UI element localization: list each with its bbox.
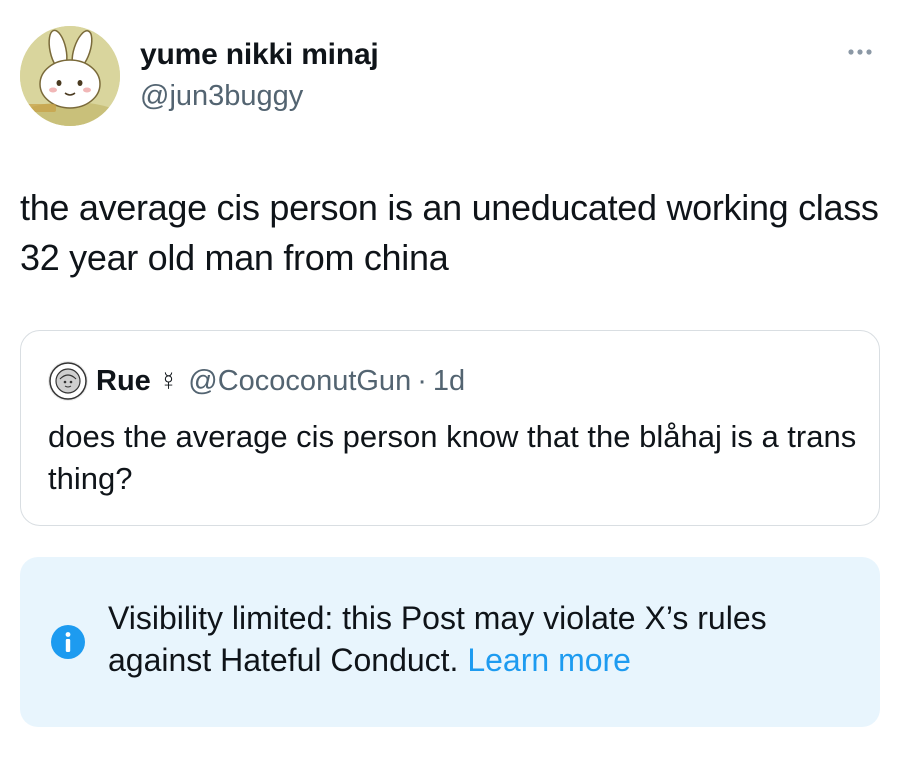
astronaut-avatar-icon	[48, 361, 88, 401]
info-icon	[50, 624, 86, 660]
visibility-notice-text: Visibility limited: this Post may violat…	[108, 597, 848, 681]
tweet-text: the average cis person is an uneducated …	[20, 187, 879, 278]
visibility-notice: Visibility limited: this Post may violat…	[20, 557, 880, 727]
quoted-post[interactable]: Rue ☿ @CococonutGun · 1d does the averag…	[20, 330, 880, 526]
quoted-post-text: does the average cis person know that th…	[48, 419, 857, 496]
author-handle[interactable]: @jun3buggy	[140, 80, 303, 113]
author-avatar[interactable]	[20, 26, 120, 126]
more-options-icon[interactable]	[840, 40, 880, 64]
quoted-author-handle[interactable]: @CococonutGun	[188, 365, 411, 398]
visibility-notice-message: Visibility limited: this Post may violat…	[108, 600, 767, 678]
quoted-post-header: Rue ☿ @CococonutGun · 1d	[48, 361, 465, 401]
quoted-post-separator: ·	[417, 364, 427, 397]
quoted-author-avatar[interactable]	[48, 361, 88, 401]
quoted-post-timestamp[interactable]: 1d	[433, 365, 465, 398]
quoted-author-name-glyph: ☿	[158, 365, 179, 396]
quoted-author-name[interactable]: Rue	[96, 365, 151, 398]
learn-more-link[interactable]: Learn more	[467, 642, 631, 678]
bunny-avatar-icon	[20, 26, 120, 126]
author-display-name[interactable]: yume nikki minaj	[140, 38, 379, 72]
